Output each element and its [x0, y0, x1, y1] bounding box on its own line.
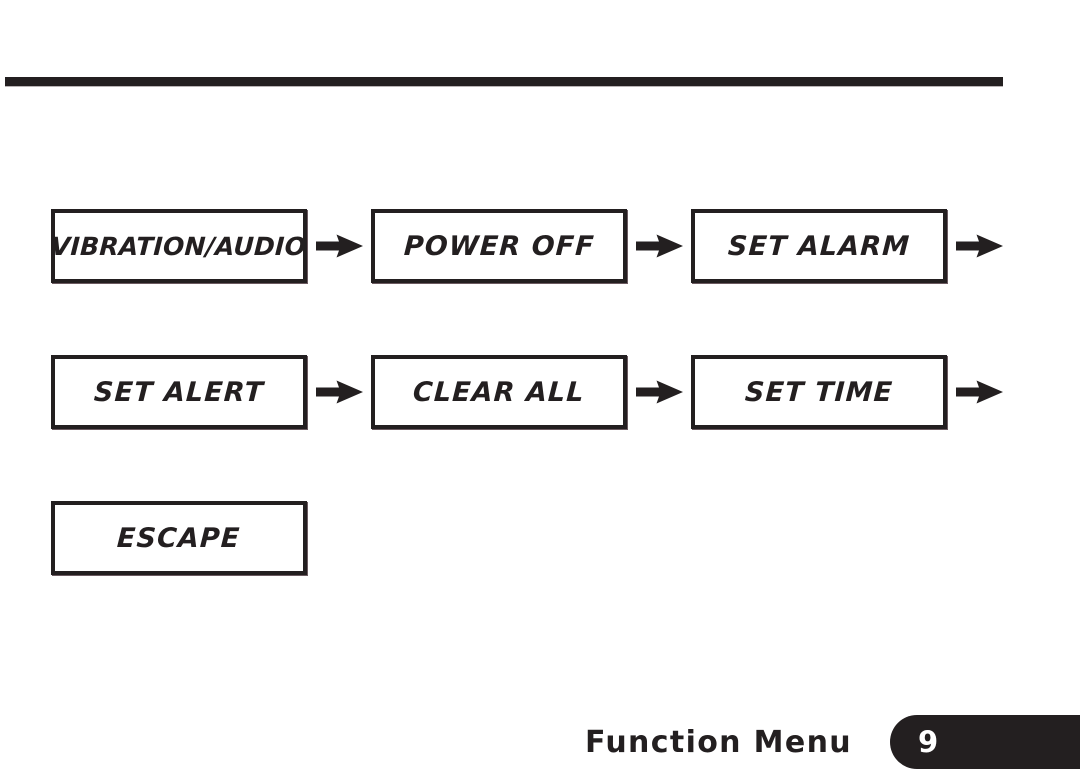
menu-item-escape[interactable]: ESCAPE — [51, 501, 307, 575]
function-menu-flowchart: VIBRATION/AUDIO POWER OFF SET ALARM SET … — [0, 0, 1080, 783]
menu-item-label: ESCAPE — [116, 522, 242, 554]
flow-arrow-icon — [316, 231, 364, 261]
menu-item-clear-all[interactable]: CLEAR ALL — [371, 355, 627, 429]
menu-item-label: SET ALARM — [727, 230, 911, 262]
flow-arrow-icon — [956, 377, 1004, 407]
flow-arrow-icon — [636, 231, 684, 261]
menu-item-label: VIBRATION/AUDIO — [50, 231, 308, 261]
menu-item-set-time[interactable]: SET TIME — [691, 355, 947, 429]
menu-item-set-alarm[interactable]: SET ALARM — [691, 209, 947, 283]
menu-item-label: SET ALERT — [93, 376, 265, 408]
menu-item-label: SET TIME — [744, 376, 894, 408]
menu-item-set-alert[interactable]: SET ALERT — [51, 355, 307, 429]
flow-arrow-icon — [636, 377, 684, 407]
page-number: 9 — [918, 725, 939, 759]
menu-item-power-off[interactable]: POWER OFF — [371, 209, 627, 283]
page-number-tab: 9 — [890, 715, 1080, 769]
flow-arrow-icon — [316, 377, 364, 407]
menu-item-vibration-audio[interactable]: VIBRATION/AUDIO — [51, 209, 307, 283]
flow-arrow-icon — [956, 231, 1004, 261]
footer-section-title: Function Menu — [585, 725, 852, 760]
menu-item-label: CLEAR ALL — [412, 376, 586, 408]
menu-item-label: POWER OFF — [402, 230, 596, 262]
